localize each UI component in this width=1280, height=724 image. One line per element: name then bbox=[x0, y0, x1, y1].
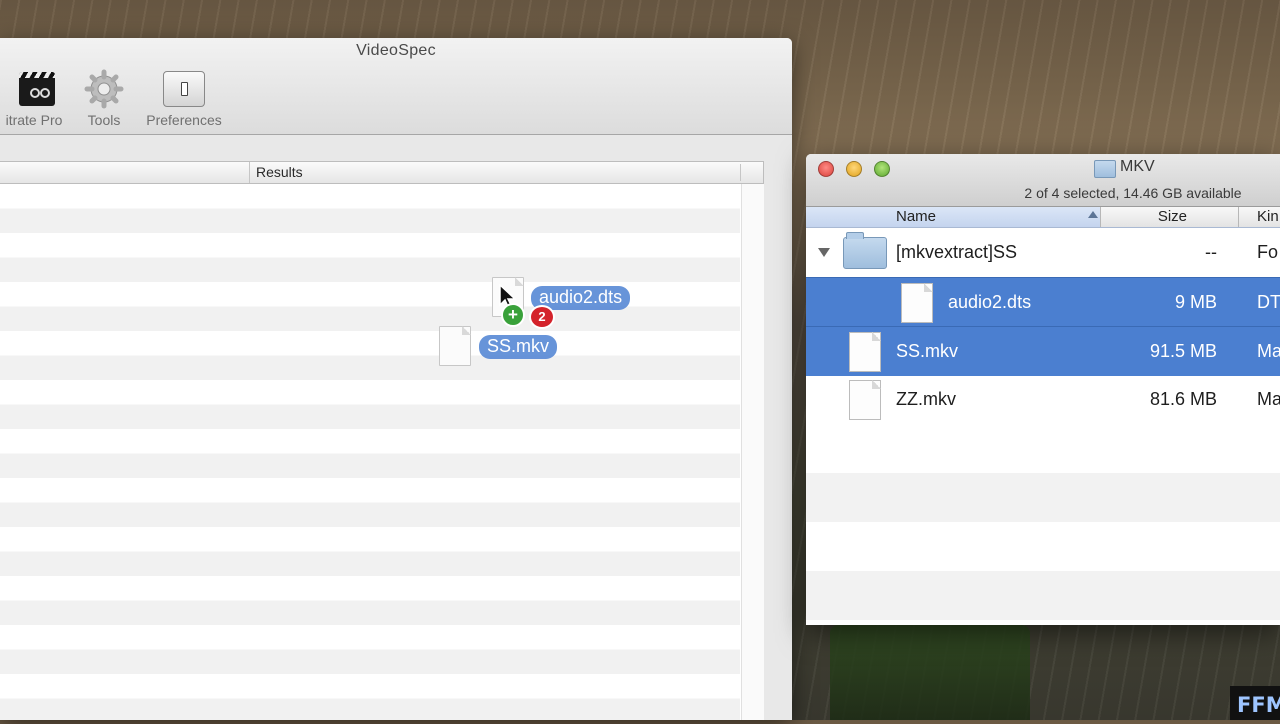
file-name: [mkvextract]SS bbox=[896, 242, 1018, 262]
finder-column-header: Name Size Kin bbox=[806, 207, 1280, 228]
column-name[interactable]: Name bbox=[896, 208, 936, 225]
minimize-button[interactable] bbox=[846, 161, 862, 177]
file-kind: Ma bbox=[1257, 389, 1280, 409]
document-icon bbox=[849, 332, 881, 372]
clapperboard-gears-icon bbox=[13, 70, 55, 108]
close-button[interactable] bbox=[818, 161, 834, 177]
folder-icon bbox=[1094, 160, 1116, 178]
document-icon bbox=[901, 283, 933, 323]
results-rows[interactable] bbox=[0, 184, 740, 720]
column-divider bbox=[740, 164, 741, 181]
copy-plus-badge-icon: + bbox=[501, 303, 525, 327]
column-kind: Kin bbox=[1257, 208, 1279, 225]
drag-document-icon bbox=[439, 326, 471, 366]
videospec-window: VideoSpec itrate Pro Tools Preferences R… bbox=[0, 38, 792, 720]
file-row-selected[interactable]: SS.mkv 91.5 MB Ma bbox=[806, 326, 1280, 376]
sort-ascending-icon bbox=[1088, 211, 1098, 218]
document-icon bbox=[849, 380, 881, 420]
file-size: 91.5 MB bbox=[1149, 341, 1217, 361]
results-table[interactable]: Results bbox=[0, 161, 764, 720]
switch-icon bbox=[163, 70, 205, 108]
file-row[interactable]: [mkvextract]SS -- Fo bbox=[806, 228, 1280, 277]
toolbar-tools[interactable]: Tools bbox=[79, 69, 129, 128]
file-row-selected[interactable]: audio2.dts 9 MB DT bbox=[806, 277, 1280, 327]
toolbar-bitrate-label: itrate Pro bbox=[5, 112, 63, 128]
drag-count-badge: 2 bbox=[529, 305, 555, 329]
watermark-logo: FFM bbox=[1230, 686, 1280, 720]
file-size: 81.6 MB bbox=[1149, 389, 1217, 409]
zoom-button[interactable] bbox=[874, 161, 890, 177]
videospec-toolbar: VideoSpec itrate Pro Tools Preferences bbox=[0, 38, 792, 135]
gear-icon bbox=[83, 69, 125, 109]
file-kind: Ma bbox=[1257, 341, 1280, 361]
toolbar-preferences[interactable]: Preferences bbox=[138, 70, 230, 128]
file-kind: Fo bbox=[1257, 242, 1279, 262]
file-row[interactable]: ZZ.mkv 81.6 MB Ma bbox=[806, 375, 1280, 424]
file-size: 9 MB bbox=[1174, 292, 1217, 312]
desktop-tractor bbox=[830, 625, 1030, 720]
scrollbar-track[interactable] bbox=[741, 184, 764, 720]
file-kind: DT bbox=[1257, 292, 1280, 312]
finder-window: MKV 2 of 4 selected, 14.46 GB available … bbox=[806, 154, 1280, 625]
toolbar-preferences-label: Preferences bbox=[146, 112, 222, 128]
toolbar-bitrate-pro[interactable]: itrate Pro bbox=[0, 70, 74, 128]
file-name: ZZ.mkv bbox=[896, 389, 956, 409]
disclosure-triangle-icon[interactable] bbox=[818, 248, 830, 257]
finder-empty-rows[interactable] bbox=[806, 424, 1280, 625]
file-name: audio2.dts bbox=[948, 292, 1032, 312]
results-column-header[interactable]: Results bbox=[249, 162, 303, 183]
drag-label-mkv: SS.mkv bbox=[479, 335, 558, 359]
finder-title: MKV bbox=[1120, 158, 1155, 175]
folder-icon bbox=[843, 232, 887, 269]
column-size: Size bbox=[1157, 208, 1187, 225]
column-size-cell[interactable]: Size bbox=[1100, 207, 1239, 227]
file-name: SS.mkv bbox=[896, 341, 959, 361]
results-table-header: Results bbox=[0, 162, 763, 184]
finder-titlebar: MKV 2 of 4 selected, 14.46 GB available bbox=[806, 154, 1280, 207]
window-title: VideoSpec bbox=[356, 42, 436, 59]
toolbar-tools-label: Tools bbox=[87, 112, 121, 128]
file-size: -- bbox=[1205, 242, 1217, 262]
finder-status-text: 2 of 4 selected, 14.46 GB available bbox=[1024, 185, 1242, 201]
videospec-content: Results bbox=[0, 135, 792, 720]
